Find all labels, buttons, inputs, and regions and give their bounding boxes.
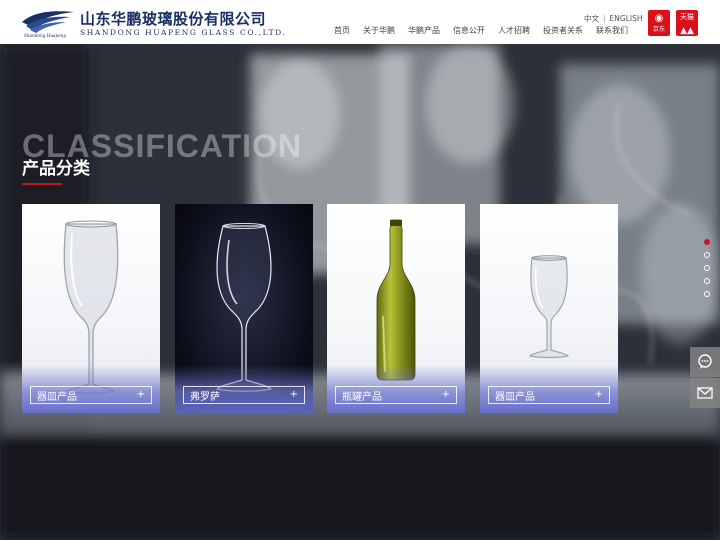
company-name-cn[interactable]: 山东华鹏玻璃股份有限公司 (80, 8, 266, 29)
category-card-label: 器皿产品 (495, 391, 535, 403)
pagination-dot[interactable] (704, 265, 710, 271)
plus-icon: + (136, 389, 145, 400)
category-card-label-box[interactable]: 器皿产品 + (488, 386, 610, 404)
language-switch: 中文 | ENGLISH (584, 13, 642, 24)
nav-item-disclosure[interactable]: 信息公开 (453, 25, 485, 36)
nav-item-home[interactable]: 首页 (334, 25, 350, 36)
email-button[interactable] (690, 378, 720, 408)
nav-item-contact[interactable]: 联系我们 (596, 25, 628, 36)
nav-item-careers[interactable]: 人才招聘 (498, 25, 530, 36)
nav-item-investors[interactable]: 投资者关系 (543, 25, 583, 36)
category-card[interactable]: 弗罗萨 + (175, 204, 313, 413)
lang-en-link[interactable]: ENGLISH (610, 14, 643, 23)
chat-icon (698, 354, 712, 369)
tmall-cat-icon: ▲▲ (680, 26, 694, 36)
category-card-label: 瓶罐产品 (342, 391, 382, 403)
pagination-dot[interactable] (704, 252, 710, 258)
tmall-store-badge[interactable]: 天猫 ▲▲ (676, 10, 698, 36)
lang-cn-link[interactable]: 中文 (584, 13, 599, 24)
section-title: 产品分类 (22, 159, 90, 179)
lang-separator: | (603, 14, 606, 23)
category-card-label: 弗罗萨 (190, 391, 220, 403)
category-card-label-box[interactable]: 器皿产品 + (30, 386, 152, 404)
page: Shandong Huapeng 山东华鹏玻璃股份有限公司 SHANDONG H… (0, 0, 720, 540)
jd-badge-label: 京东 (652, 26, 665, 33)
plus-icon: + (441, 389, 450, 400)
main-nav: 首页 关于华鹏 华鹏产品 信息公开 人才招聘 投资者关系 联系我们 (334, 25, 628, 36)
mail-icon (697, 387, 713, 399)
company-name-en: SHANDONG HUAPENG GLASS CO.,LTD. (80, 28, 287, 37)
jd-store-badge[interactable]: ◉ 京东 (648, 10, 670, 36)
pagination-dot[interactable] (704, 291, 710, 297)
jd-dog-icon: ◉ (654, 13, 664, 24)
logo-bird-icon[interactable]: Shandong Huapeng (20, 6, 76, 38)
pagination-dot[interactable] (704, 278, 710, 284)
nav-item-about[interactable]: 关于华鹏 (363, 25, 395, 36)
category-card-label: 器皿产品 (37, 391, 77, 403)
category-card[interactable]: 瓶罐产品 + (327, 204, 465, 413)
plus-icon: + (289, 389, 298, 400)
slide-pagination (704, 239, 710, 304)
category-card[interactable]: 器皿产品 + (480, 204, 618, 413)
category-card[interactable]: 器皿产品 + (22, 204, 160, 413)
site-header: Shandong Huapeng 山东华鹏玻璃股份有限公司 SHANDONG H… (0, 0, 720, 44)
pagination-dot[interactable] (704, 239, 710, 245)
plus-icon: + (594, 389, 603, 400)
category-card-label-box[interactable]: 弗罗萨 + (183, 386, 305, 404)
nav-item-products[interactable]: 华鹏产品 (408, 25, 440, 36)
section-title-underline (22, 183, 62, 185)
category-card-label-box[interactable]: 瓶罐产品 + (335, 386, 457, 404)
logo-script: Shandong Huapeng (24, 33, 66, 38)
online-chat-button[interactable] (690, 347, 720, 377)
tmall-badge-label: 天猫 (680, 13, 694, 21)
